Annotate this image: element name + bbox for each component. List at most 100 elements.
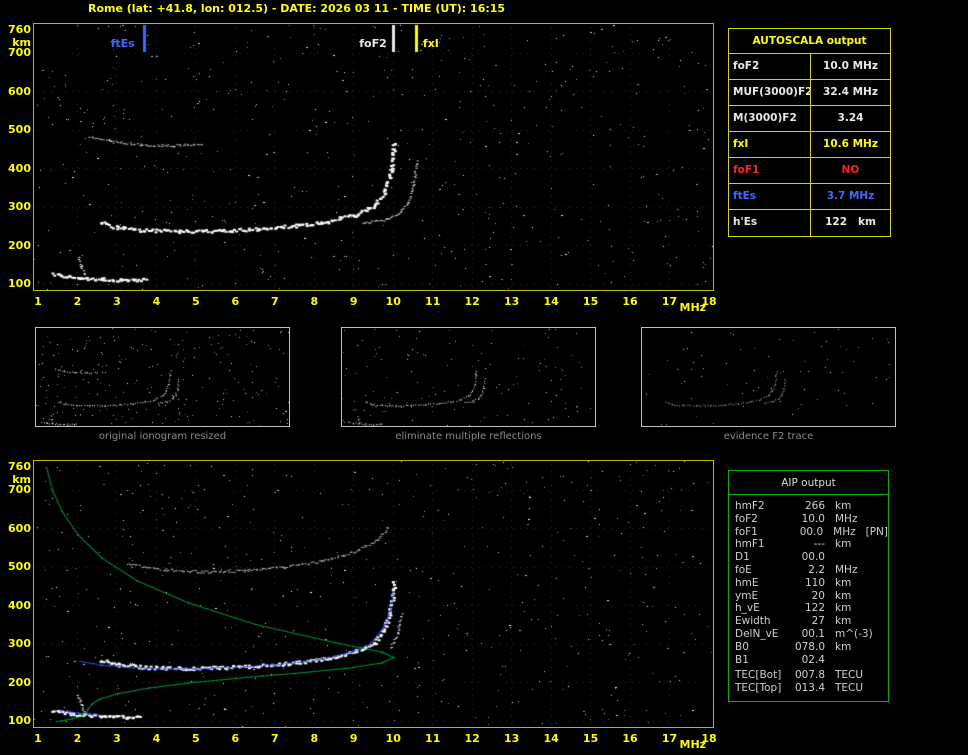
autoscala-row-value: 10.0 MHz bbox=[823, 60, 878, 72]
aip-row-unit: km bbox=[835, 576, 852, 589]
aip-row-D1: D1 00.0 bbox=[729, 551, 888, 564]
aip-row-label: foF2 bbox=[735, 512, 758, 525]
x-axis-tick-17: 17 bbox=[661, 295, 678, 308]
x-axis-tick-11: 11 bbox=[425, 295, 441, 308]
aip-row-label: hmF2 bbox=[735, 500, 765, 512]
thumbnail-eliminate-reflections bbox=[341, 327, 596, 427]
autoscala-output-table: AUTOSCALA output foF2 10.0 MHz MUF(3000)F2… bbox=[728, 28, 891, 237]
y-axis-tick-500: 500 bbox=[8, 123, 31, 137]
x-axis-tick-1: 1 bbox=[34, 295, 42, 308]
thumbnail-caption-evidence: evidence F2 trace bbox=[723, 431, 814, 442]
thumbnail-canvas-original bbox=[36, 328, 289, 426]
autoscala-row-ftEs: ftEs 3.7 MHz bbox=[729, 184, 890, 210]
aip-row-label: ymE bbox=[735, 589, 759, 602]
y-axis-tick-600: 600 bbox=[8, 84, 31, 98]
page-title: Rome (lat: +41.8, lon: 012.5) - DATE: 20… bbox=[88, 2, 506, 15]
autoscala-row-value: 10.6 MHz bbox=[823, 138, 878, 150]
x-axis-tick-12: 12 bbox=[464, 295, 480, 308]
aip-row-hmF1: hmF1 --- km bbox=[729, 538, 888, 551]
y-axis-tick-760: 760 bbox=[8, 23, 31, 36]
autoscala-row-label: M(3000)F2 bbox=[729, 106, 811, 131]
autoscala-table-rows: foF2 10.0 MHz MUF(3000)F2 32.4 MHz M(3000)F2… bbox=[729, 54, 890, 236]
aip-row-TEC[Top]: TEC[Top] 013.4 TECU bbox=[729, 682, 888, 695]
x-axis-tick-4: 4 bbox=[152, 295, 161, 308]
x-axis-unit: MHz bbox=[679, 738, 707, 751]
x-axis-tick-17: 17 bbox=[661, 732, 678, 745]
ionogram-canvas-top bbox=[34, 24, 713, 290]
y-axis-tick-200: 200 bbox=[8, 238, 31, 252]
aip-row-value: 266 bbox=[804, 500, 825, 512]
ionogram-plot-bottom bbox=[33, 460, 714, 728]
aip-row-hmF2: hmF2 266 km bbox=[729, 500, 888, 513]
aip-row-B1: B1 02.4 bbox=[729, 654, 888, 667]
aip-row-label: h_vE bbox=[735, 602, 760, 615]
x-axis-tick-2: 2 bbox=[73, 732, 82, 745]
x-axis-tick-10: 10 bbox=[385, 295, 401, 308]
ionogram-plot-top bbox=[33, 23, 714, 291]
aip-row-unit: km bbox=[835, 538, 852, 551]
aip-row-unit: m^(-3) bbox=[835, 627, 873, 640]
x-axis-tick-1: 1 bbox=[34, 732, 42, 745]
aip-row-value: 10.0 bbox=[801, 512, 825, 525]
x-axis-tick-6: 6 bbox=[231, 295, 240, 308]
aip-row-unit bbox=[825, 654, 835, 667]
aip-row-unit: MHz bbox=[835, 512, 858, 525]
aip-row-unit: MHz [PN] bbox=[833, 525, 888, 538]
aip-row-value: 20 bbox=[811, 589, 825, 602]
x-axis-unit: MHz bbox=[679, 301, 707, 314]
x-axis-tick-13: 13 bbox=[503, 732, 520, 745]
thumbnail-evidence-f2 bbox=[641, 327, 896, 427]
autoscala-row-h'Es: h'Es 122 km bbox=[729, 210, 890, 236]
y-axis-tick-600: 600 bbox=[8, 521, 31, 535]
y-axis-unit: km bbox=[12, 473, 31, 486]
thumbnail-canvas-evidence bbox=[642, 328, 895, 426]
aip-row-unit bbox=[825, 551, 835, 564]
autoscala-row-label: foF1 bbox=[729, 158, 811, 183]
autoscala-row-label: MUF(3000)F2 bbox=[729, 80, 811, 105]
y-axis-tick-400: 400 bbox=[8, 161, 31, 175]
x-axis-tick-9: 9 bbox=[349, 295, 358, 308]
aip-row-h_vE: h_vE 122 km bbox=[729, 602, 888, 615]
aip-row-label: hmF1 bbox=[735, 538, 765, 551]
x-axis-tick-3: 3 bbox=[113, 295, 121, 308]
aip-row-value: 007.8 bbox=[794, 669, 825, 682]
aip-row-label: foF1 bbox=[735, 525, 758, 538]
autoscala-row-value: 122 km bbox=[825, 216, 876, 228]
x-axis-tick-7: 7 bbox=[270, 295, 279, 308]
thumbnail-caption-eliminate: eliminate multiple reflections bbox=[395, 431, 542, 442]
x-axis-tick-6: 6 bbox=[231, 732, 240, 745]
aip-row-value: 00.0 bbox=[799, 525, 824, 538]
autoscala-row-foF1: foF1 NO bbox=[729, 158, 890, 184]
aip-row-unit: km bbox=[835, 602, 852, 615]
x-axis-tick-9: 9 bbox=[349, 732, 358, 745]
aip-row-label: D1 bbox=[735, 551, 750, 564]
x-axis-tick-10: 10 bbox=[385, 732, 401, 745]
aip-row-value: 122 bbox=[804, 602, 825, 615]
marker-label-ftEs: ftEs bbox=[110, 37, 135, 50]
y-axis-tick-400: 400 bbox=[8, 598, 31, 612]
autoscala-row-MUF(3000)F2: MUF(3000)F2 32.4 MHz bbox=[729, 80, 890, 106]
y-axis-unit: km bbox=[12, 36, 31, 49]
aip-row-label: hmE bbox=[735, 576, 759, 589]
aip-row-Ewidth: Ewidth 27 km bbox=[729, 615, 888, 628]
aip-row-unit: km bbox=[835, 615, 852, 628]
aip-row-unit: km bbox=[835, 640, 852, 653]
autoscala-row-label: h'Es bbox=[729, 210, 811, 236]
aip-row-ymE: ymE 20 km bbox=[729, 590, 888, 603]
aip-output-table: AIP output hmF2 266 km foF2 10.0 MHz foF1 00.0 M… bbox=[728, 470, 889, 702]
aip-row-label: TEC[Bot] bbox=[735, 669, 782, 682]
aip-row-value: 013.4 bbox=[794, 682, 825, 695]
aip-row-foF2: foF2 10.0 MHz bbox=[729, 513, 888, 526]
x-axis-tick-16: 16 bbox=[622, 295, 638, 308]
aip-row-unit: MHz bbox=[835, 563, 858, 576]
autoscala-window: Rome (lat: +41.8, lon: 012.5) - DATE: 20… bbox=[0, 0, 968, 755]
aip-row-unit: km bbox=[835, 500, 852, 512]
thumbnail-caption-original: original ionogram resized bbox=[98, 431, 227, 442]
aip-row-value: 00.0 bbox=[801, 551, 825, 564]
aip-row-unit: TECU bbox=[835, 669, 864, 682]
aip-row-label: B1 bbox=[735, 653, 749, 666]
aip-row-value: 2.2 bbox=[808, 563, 825, 576]
aip-row-value: 27 bbox=[811, 615, 825, 628]
x-axis-tick-14: 14 bbox=[543, 732, 559, 745]
x-axis-tick-4: 4 bbox=[152, 732, 161, 745]
